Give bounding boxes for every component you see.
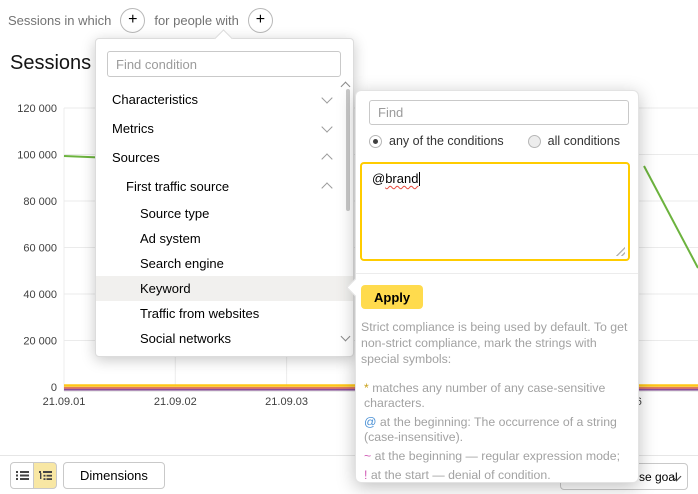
chevron-down-icon (321, 121, 332, 132)
special-symbol: @ (364, 415, 376, 429)
condition-search-input[interactable] (107, 51, 341, 77)
radio-selected-icon (369, 135, 382, 148)
condition-item-label: Traffic from websites (140, 306, 259, 321)
condition-item-label: Social networks (140, 331, 231, 346)
keyword-value-textarea[interactable]: @brand (360, 162, 630, 261)
condition-item-first-traffic-source[interactable]: First traffic source (96, 172, 353, 201)
condition-item-label: Metrics (112, 121, 154, 136)
sessions-filter-label: Sessions in which (8, 13, 111, 28)
tree-view-button[interactable] (33, 462, 57, 489)
help-item: ~ at the beginning — regular expression … (364, 449, 632, 464)
svg-text:120 000: 120 000 (17, 103, 57, 115)
condition-list: Characteristics Metrics Sources First traff… (96, 85, 353, 351)
divider (356, 273, 638, 274)
list-view-icon (16, 470, 29, 481)
match-any-radio[interactable]: any of the conditions (369, 134, 504, 148)
help-symbol-list: * matches any number of any case-sensiti… (364, 381, 632, 487)
plus-icon: + (128, 12, 137, 28)
resize-handle-icon[interactable] (614, 245, 625, 256)
condition-item-social-networks[interactable]: Social networks (96, 326, 353, 351)
condition-item-label: Ad system (140, 231, 201, 246)
condition-item-ad-system[interactable]: Ad system (96, 226, 353, 251)
keyword-filter-popup: any of the conditions all conditions @br… (355, 90, 639, 483)
condition-item-source-type[interactable]: Source type (96, 201, 353, 226)
dimensions-button[interactable]: Dimensions (63, 462, 165, 489)
plus-icon: + (256, 12, 265, 28)
chart-title: Sessions (10, 52, 91, 75)
svg-text:20 000: 20 000 (23, 336, 57, 348)
radio-unselected-icon (528, 135, 541, 148)
svg-text:0: 0 (51, 382, 57, 394)
match-all-radio[interactable]: all conditions (528, 134, 620, 148)
condition-item-label: Characteristics (112, 92, 198, 107)
svg-text:80 000: 80 000 (23, 196, 57, 208)
condition-item-sources[interactable]: Sources (96, 143, 353, 172)
condition-item-search-engine[interactable]: Search engine (96, 251, 353, 276)
condition-item-label: Search engine (140, 256, 224, 271)
textarea-value: @brand (372, 171, 418, 186)
condition-item-label: First traffic source (126, 179, 229, 194)
special-symbol: ~ (364, 449, 371, 463)
chevron-down-icon (321, 92, 332, 103)
apply-button[interactable]: Apply (361, 285, 423, 309)
add-people-condition-button[interactable]: + (248, 8, 273, 33)
metrica-segmentation-page: 120 000 100 000 80 000 60 000 40 000 20 000 0 2… (0, 0, 698, 494)
add-session-condition-button[interactable]: + (120, 8, 145, 33)
keyword-find-input[interactable] (369, 100, 629, 125)
svg-text:21.09.01: 21.09.01 (43, 396, 86, 408)
help-intro-text: Strict compliance is being used by defau… (361, 319, 633, 367)
condition-item-keyword[interactable]: Keyword (96, 276, 353, 301)
svg-text:21.09.02: 21.09.02 (154, 396, 197, 408)
segment-filter-bar: Sessions in which + for people with + (8, 8, 273, 33)
scrollbar-thumb[interactable] (346, 89, 350, 211)
chevron-up-icon (321, 153, 332, 164)
chevron-up-icon (321, 182, 332, 193)
svg-text:100 000: 100 000 (17, 150, 57, 162)
text-cursor (419, 172, 420, 186)
svg-text:21.09.03: 21.09.03 (265, 396, 308, 408)
tree-view-icon (39, 470, 52, 481)
condition-item-label: Sources (112, 150, 160, 165)
match-any-label: any of the conditions (389, 134, 504, 148)
condition-item-traffic-from-websites[interactable]: Traffic from websites (96, 301, 353, 326)
svg-text:60 000: 60 000 (23, 243, 57, 255)
condition-item-metrics[interactable]: Metrics (96, 114, 353, 143)
condition-item-characteristics[interactable]: Characteristics (96, 85, 353, 114)
special-symbol: ! (364, 468, 367, 482)
help-item: @ at the beginning: The occurrence of a … (364, 415, 632, 445)
help-item: * matches any number of any case-sensiti… (364, 381, 632, 411)
help-item: ! at the start — denial of condition. (364, 468, 632, 483)
people-filter-label: for people with (154, 13, 239, 28)
svg-text:40 000: 40 000 (23, 289, 57, 301)
view-toggle-group (10, 462, 57, 489)
condition-item-label: Keyword (140, 281, 191, 296)
condition-item-label: Source type (140, 206, 209, 221)
match-all-label: all conditions (548, 134, 620, 148)
special-symbol: * (364, 381, 369, 395)
list-view-button[interactable] (10, 462, 34, 489)
match-mode-radios: any of the conditions all conditions (369, 134, 620, 148)
condition-dropdown-panel: Characteristics Metrics Sources First traff… (95, 38, 354, 357)
